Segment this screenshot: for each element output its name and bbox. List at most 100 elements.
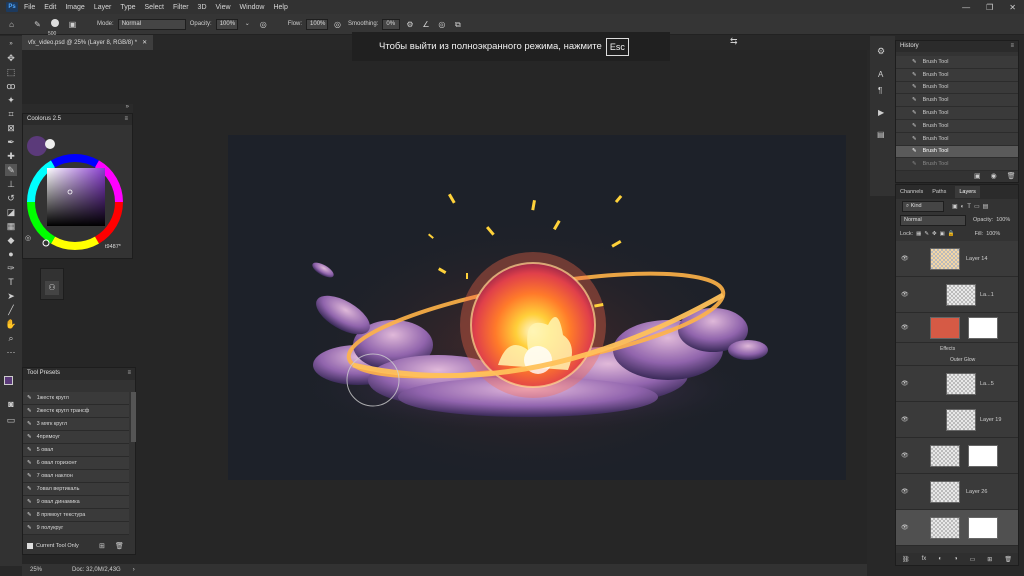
eraser-tool-icon[interactable]: ◪ — [5, 206, 17, 218]
history-item[interactable]: ✎ Brush Tool — [896, 132, 1018, 146]
preset-item[interactable]: ✎ 6 овал горизонт — [23, 457, 129, 470]
tab-layers[interactable]: Layers — [955, 186, 980, 198]
folder-icon[interactable]: ▭ — [970, 556, 976, 563]
symmetry-icon[interactable]: ⧉ — [452, 19, 463, 30]
scrollbar[interactable] — [131, 392, 136, 442]
eye-icon[interactable]: 👁 — [901, 452, 909, 459]
opacity-field[interactable]: 100% — [215, 18, 238, 30]
quick-mask-icon[interactable]: ◙ — [5, 398, 17, 410]
menu-window[interactable]: Window — [240, 4, 265, 11]
path-select-tool-icon[interactable]: ➤ — [5, 290, 17, 302]
preset-item[interactable]: ✎ 7 овал наклон — [23, 470, 129, 483]
menu-file[interactable]: File — [24, 4, 35, 11]
zoom-level[interactable]: 25% — [30, 567, 42, 573]
gradient-tool-icon[interactable]: ▦ — [5, 220, 17, 232]
lock-icons[interactable]: ▦✎✥▣🔒 — [916, 231, 957, 237]
history-item[interactable]: ✎ Brush Tool — [896, 119, 1018, 133]
eyedropper-tool-icon[interactable]: ✒ — [5, 136, 17, 148]
new-preset-icon[interactable]: ⊞ — [99, 542, 105, 550]
history-item[interactable]: ✎ Brush Tool — [896, 81, 1018, 95]
brush-tool-icon[interactable]: ✎ — [32, 19, 43, 30]
chevron-down-icon[interactable]: ⌄ — [242, 19, 253, 30]
healing-tool-icon[interactable]: ✚ — [5, 150, 17, 162]
preset-item[interactable]: ✎ 9 овал динамика — [23, 496, 129, 509]
airbrush-icon[interactable]: ◎ — [332, 19, 343, 30]
more-tools-icon[interactable]: ⋯ — [5, 346, 17, 358]
pressure-size-icon[interactable]: ◎ — [436, 19, 447, 30]
menu-select[interactable]: Select — [145, 4, 164, 11]
home-icon[interactable]: ⌂ — [6, 19, 17, 30]
trash-icon[interactable]: 🗑 — [1004, 556, 1012, 563]
history-item[interactable]: ✎ Brush Tool — [896, 94, 1018, 108]
layer-row[interactable]: 👁 Layer 19 — [896, 402, 1018, 438]
preset-item[interactable]: ✎ 7овал вертикаль — [23, 483, 129, 496]
workspace-switcher-icon[interactable]: ⇆ — [730, 36, 748, 52]
outer-glow-row[interactable]: Outer Glow — [896, 354, 1018, 366]
stamp-tool-icon[interactable]: ⊥ — [5, 178, 17, 190]
line-tool-icon[interactable]: ╱ — [5, 304, 17, 316]
eye-icon[interactable]: 👁 — [901, 291, 909, 298]
brush-preset-picker[interactable]: 500 — [48, 18, 62, 37]
eye-icon[interactable]: 👁 — [901, 255, 909, 262]
layer-row[interactable]: 👁 La...1 — [896, 277, 1018, 313]
close-tab-icon[interactable]: ✕ — [142, 39, 147, 46]
opacity-value[interactable]: 100% — [996, 217, 1010, 223]
preset-item[interactable]: ✎ 8 прямоуг текстура — [23, 509, 129, 522]
preset-item[interactable]: ✎ 4прямоуг — [23, 431, 129, 444]
preset-item[interactable]: ✎ 5 овал — [23, 444, 129, 457]
menu-type[interactable]: Type — [120, 4, 135, 11]
pen-tool-icon[interactable]: ✑ — [5, 262, 17, 274]
mask-icon[interactable]: ◐ — [938, 556, 942, 562]
doc-size[interactable]: Doc: 32,0M/2,43G — [72, 567, 121, 573]
crop-tool-icon[interactable]: ⌗ — [5, 108, 17, 120]
blend-mode-select[interactable]: Normal — [900, 214, 966, 226]
actions-icon[interactable]: ▤ — [877, 130, 885, 139]
history-item[interactable]: ✎ Brush Tool — [896, 56, 1018, 69]
chevron-right-icon[interactable]: › — [133, 567, 135, 573]
kind-filter-select[interactable]: ⌕ Kind — [902, 200, 944, 212]
collapse-toolbar-icon[interactable]: » — [5, 38, 17, 50]
fx-icon[interactable]: fx — [922, 556, 927, 562]
history-item-selected[interactable]: ✎ Brush Tool — [896, 145, 1018, 159]
filter-icons[interactable]: ▣◐T▭▤ — [952, 203, 991, 210]
layer-row[interactable]: 👁 — [896, 438, 1018, 474]
menu-filter[interactable]: Filter — [173, 4, 189, 11]
panel-menu-icon[interactable]: ≡ — [1010, 41, 1014, 52]
camera-icon[interactable]: ◉ — [991, 172, 997, 180]
history-brush-tool-icon[interactable]: ↺ — [5, 192, 17, 204]
foreground-color-swatch[interactable] — [4, 376, 13, 385]
layer-row[interactable]: 👁 Layer 26 — [896, 474, 1018, 510]
document-tab[interactable]: vfx_video.psd @ 25% (Layer 8, RGB/8) * ✕ — [22, 35, 154, 50]
flow-field[interactable]: 100% — [306, 18, 329, 30]
brush-settings-icon[interactable]: ▣ — [67, 19, 78, 30]
screen-mode-icon[interactable]: ▭ — [5, 414, 17, 426]
character-icon[interactable]: A — [878, 70, 883, 79]
preset-item[interactable]: ✎ 3 мягк кругл — [23, 418, 129, 431]
checkbox-icon[interactable] — [27, 543, 33, 549]
menu-layer[interactable]: Layer — [94, 4, 112, 11]
menu-edit[interactable]: Edit — [44, 4, 56, 11]
mode-toggle-icon[interactable]: ◎ — [25, 234, 31, 242]
fill-value[interactable]: 100% — [986, 231, 1000, 237]
paragraph-icon[interactable]: ¶ — [878, 86, 882, 95]
menu-3d[interactable]: 3D — [198, 4, 207, 11]
preset-item[interactable]: ✎ 9 полукруг — [23, 522, 129, 535]
eye-icon[interactable]: 👁 — [901, 524, 909, 531]
trash-icon[interactable]: 🗑 — [115, 542, 124, 550]
color-wheel[interactable] — [25, 150, 129, 254]
link-icon[interactable]: ⛓ — [902, 556, 910, 563]
layer-row-selected[interactable]: 👁 — [896, 510, 1018, 546]
preset-item[interactable]: ✎ 2жестк кругл трансф — [23, 405, 129, 418]
restore-icon[interactable]: ❐ — [986, 3, 993, 12]
zoom-tool-icon[interactable]: ⌕ — [5, 332, 17, 344]
pressure-opacity-icon[interactable]: ◎ — [258, 19, 269, 30]
tab-paths[interactable]: Paths — [932, 189, 946, 195]
panel-menu-icon[interactable]: ≡ — [124, 114, 128, 125]
blur-tool-icon[interactable]: ◆ — [5, 234, 17, 246]
menu-view[interactable]: View — [216, 4, 231, 11]
eye-icon[interactable]: 👁 — [901, 488, 909, 495]
previous-color-swatch[interactable] — [45, 139, 55, 149]
eye-icon[interactable]: 👁 — [901, 416, 909, 423]
effects-row[interactable]: Effects — [896, 343, 1018, 354]
layer-row[interactable]: 👁 Layer 14 — [896, 241, 1018, 277]
